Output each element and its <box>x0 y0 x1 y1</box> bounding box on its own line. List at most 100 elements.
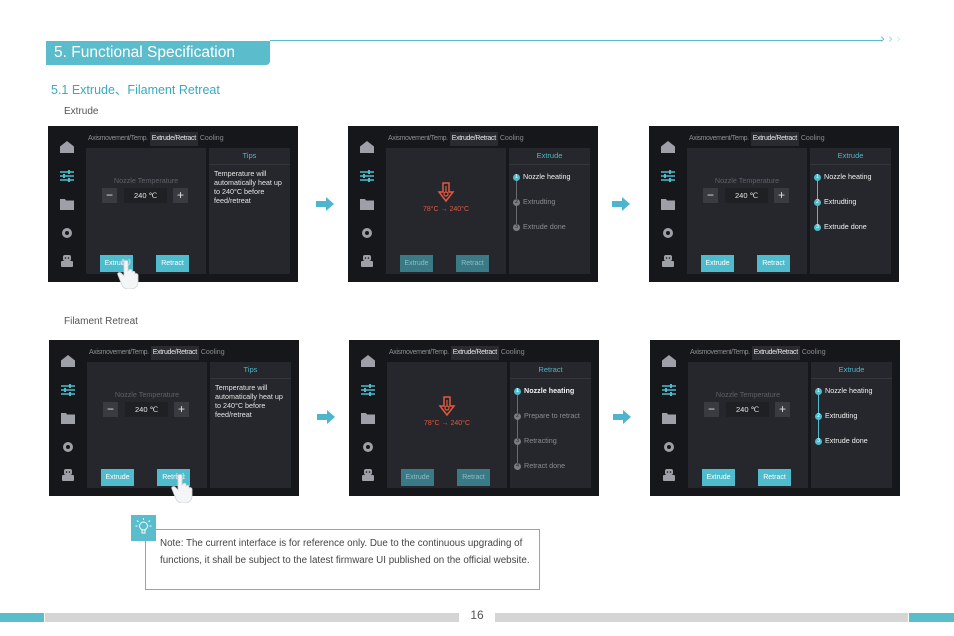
robot-icon[interactable] <box>662 468 676 481</box>
adjust-icon[interactable] <box>662 383 676 396</box>
robot-icon[interactable] <box>661 254 675 267</box>
tab-2[interactable]: Cooling <box>199 346 227 360</box>
tab-1[interactable]: Extrude/Retract <box>750 132 799 146</box>
info-panel-title: Extrude <box>810 148 891 165</box>
adjust-icon[interactable] <box>60 169 74 182</box>
decrease-temp-button[interactable]: − <box>704 402 719 417</box>
control-panel: Nozzle Temperature −240 ℃ + Extrude Retract <box>87 362 207 488</box>
increase-temp-button[interactable]: + <box>775 402 790 417</box>
tab-2[interactable]: Cooling <box>198 132 226 146</box>
control-panel: Nozzle Temperature −240 ℃ + Extrude Retract <box>688 362 808 488</box>
caption-extrude: Extrude <box>64 106 99 117</box>
settings-icon[interactable] <box>361 440 375 452</box>
home-icon[interactable] <box>361 354 375 367</box>
info-panel-title: Tips <box>210 362 291 379</box>
settings-icon[interactable] <box>662 440 676 452</box>
tab-2[interactable]: Cooling <box>498 132 526 146</box>
home-icon[interactable] <box>661 140 675 153</box>
retract-button[interactable]: Retract <box>456 255 489 272</box>
home-icon[interactable] <box>60 140 74 153</box>
adjust-icon[interactable] <box>361 383 375 396</box>
info-panel: Tips Temperature will automatically heat … <box>210 362 291 488</box>
footer-accent-right <box>909 613 954 622</box>
step-label: Retracting <box>524 436 557 445</box>
robot-icon[interactable] <box>360 254 374 267</box>
folder-icon[interactable] <box>361 411 375 424</box>
info-panel-title: Extrude <box>811 362 892 379</box>
tab-1[interactable]: Extrude/Retract <box>150 346 199 360</box>
folder-icon[interactable] <box>662 411 676 424</box>
chevron-right-icon: › <box>896 32 902 47</box>
home-icon[interactable] <box>360 140 374 153</box>
step-number: 4 <box>514 462 521 470</box>
adjust-icon[interactable] <box>61 383 75 396</box>
tab-1[interactable]: Extrude/Retract <box>450 346 499 360</box>
settings-icon[interactable] <box>61 440 75 452</box>
folder-icon[interactable] <box>61 411 75 424</box>
settings-icon[interactable] <box>360 226 374 238</box>
step-label: Extrudting <box>523 197 556 206</box>
tab-0[interactable]: Axismovement/Temp. <box>687 132 751 146</box>
extrude-button[interactable]: Extrude <box>702 469 735 486</box>
increase-temp-button[interactable]: + <box>174 402 189 417</box>
tab-bar: Axismovement/Temp. Extrude/Retract Cooling <box>386 132 594 146</box>
extrude-button[interactable]: Extrude <box>701 255 734 272</box>
tab-0[interactable]: Axismovement/Temp. <box>387 346 451 360</box>
folder-icon[interactable] <box>661 197 675 210</box>
decrease-temp-button[interactable]: − <box>102 188 117 203</box>
retract-button[interactable]: Retract <box>156 255 189 272</box>
right-arrow-icon <box>317 410 335 424</box>
home-icon[interactable] <box>662 354 676 367</box>
tab-0[interactable]: Axismovement/Temp. <box>688 346 752 360</box>
temp-value-field[interactable]: 240 ℃ <box>726 402 769 417</box>
settings-icon[interactable] <box>60 226 74 238</box>
info-panel: Tips Temperature will automatically heat … <box>209 148 290 274</box>
home-icon[interactable] <box>61 354 75 367</box>
robot-icon[interactable] <box>60 254 74 267</box>
tab-0[interactable]: Axismovement/Temp. <box>386 132 450 146</box>
extrude-button[interactable]: Extrude <box>401 469 434 486</box>
progress-step: 2 Prepare to retract <box>514 411 580 420</box>
tab-0[interactable]: Axismovement/Temp. <box>87 346 151 360</box>
tab-1[interactable]: Extrude/Retract <box>149 132 198 146</box>
page-number: 16 <box>470 608 484 622</box>
info-panel: Extrude 1 Nozzle heating 2 Extrudting 3 Extrud… <box>810 148 891 274</box>
folder-icon[interactable] <box>60 197 74 210</box>
robot-icon[interactable] <box>361 468 375 481</box>
extrude-button[interactable]: Extrude <box>101 469 134 486</box>
tab-2[interactable]: Cooling <box>499 346 527 360</box>
info-panel: Extrude 1 Nozzle heating 2 Extrudting 3 Extrud… <box>509 148 590 274</box>
temp-value-field[interactable]: 240 ℃ <box>125 402 168 417</box>
temp-value-field[interactable]: 240 ℃ <box>124 188 167 203</box>
settings-icon[interactable] <box>661 226 675 238</box>
retract-button[interactable]: Retract <box>758 469 791 486</box>
retract-button[interactable]: Retract <box>757 255 790 272</box>
tab-1[interactable]: Extrude/Retract <box>751 346 800 360</box>
adjust-icon[interactable] <box>360 169 374 182</box>
sidebar <box>48 126 86 282</box>
tab-2[interactable]: Cooling <box>800 346 828 360</box>
retract-button[interactable]: Retract <box>457 469 490 486</box>
tab-1[interactable]: Extrude/Retract <box>449 132 498 146</box>
temp-value-field[interactable]: 240 ℃ <box>725 188 768 203</box>
step-label: Nozzle heating <box>524 386 575 395</box>
progress-step: 3 Extrude done <box>815 436 868 445</box>
nozzle-temp-label: Nozzle Temperature <box>715 390 781 399</box>
tab-2[interactable]: Cooling <box>799 132 827 146</box>
printer-screen: Axismovement/Temp. Extrude/Retract Cooling… <box>650 340 900 496</box>
increase-temp-button[interactable]: + <box>173 188 188 203</box>
note-text: Note: The current interface is for refer… <box>160 538 530 566</box>
decrease-temp-button[interactable]: − <box>103 402 118 417</box>
adjust-icon[interactable] <box>661 169 675 182</box>
control-panel: 78°C → 240°C Extrude Retract <box>386 148 506 274</box>
progress-step: 3 Retracting <box>514 436 557 445</box>
robot-icon[interactable] <box>61 468 75 481</box>
decrease-temp-button[interactable]: − <box>703 188 718 203</box>
folder-icon[interactable] <box>360 197 374 210</box>
tab-0[interactable]: Axismovement/Temp. <box>86 132 150 146</box>
increase-temp-button[interactable]: + <box>774 188 789 203</box>
extrude-button[interactable]: Extrude <box>400 255 433 272</box>
section-divider <box>270 40 882 41</box>
step-number: 2 <box>815 412 822 420</box>
step-number: 1 <box>815 387 822 395</box>
